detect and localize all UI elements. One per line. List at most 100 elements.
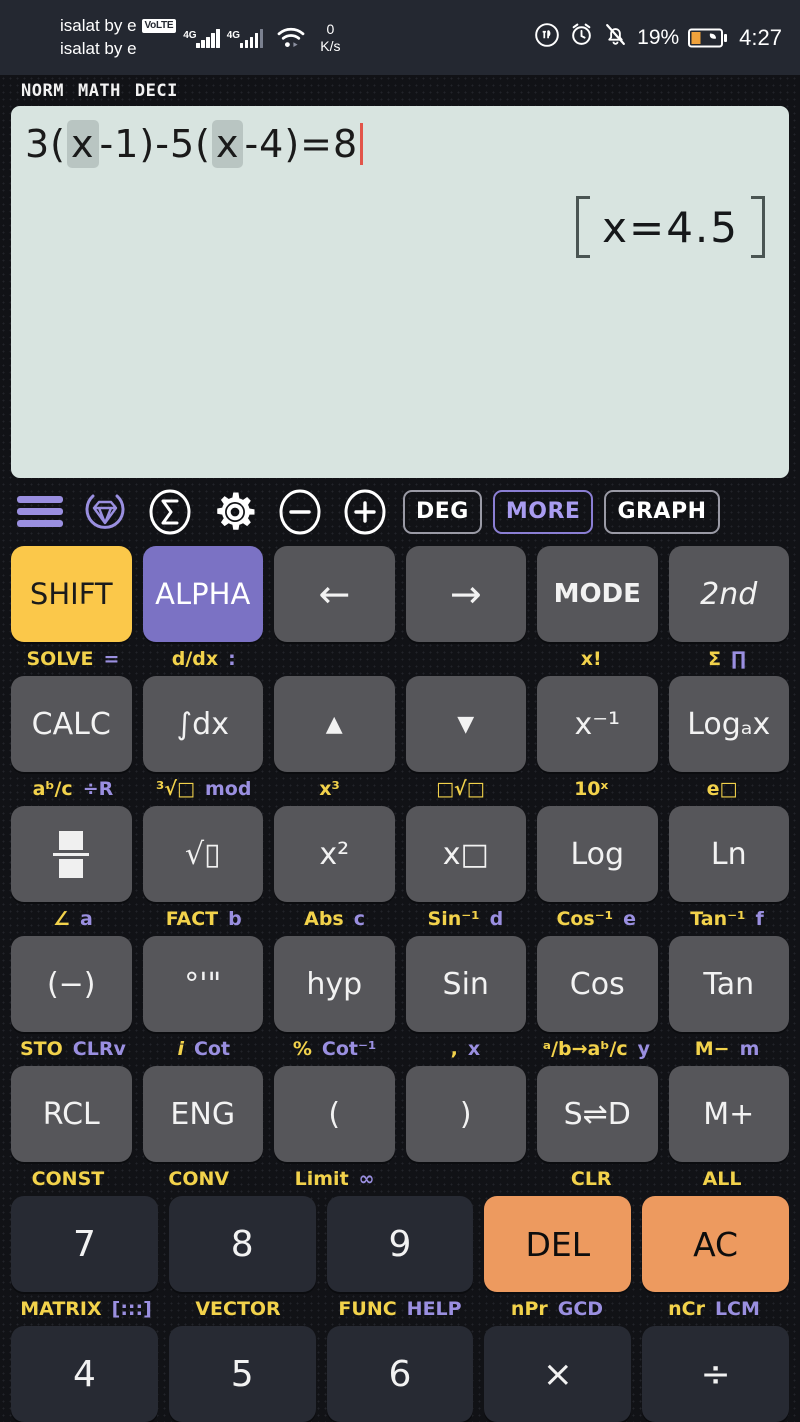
sin-key[interactable]: Sin xyxy=(405,936,526,1032)
ln-key[interactable]: Ln xyxy=(668,806,789,902)
label-cell: Sin⁻¹ d xyxy=(405,908,525,930)
mode-indicator-bar: NORM MATH DECI xyxy=(11,75,789,106)
shift-function-label: CONV xyxy=(168,1168,230,1190)
calculator-display[interactable]: 3(x -1)-5(x -4)=8 x=4.5 xyxy=(11,106,789,478)
right-arrow-key[interactable]: → xyxy=(405,546,526,642)
shift-function-label: i xyxy=(177,1038,184,1060)
digit-5-key[interactable]: 5 xyxy=(168,1326,316,1422)
mode-deci-label: DECI xyxy=(134,80,178,101)
zoom-in-icon[interactable] xyxy=(338,485,392,539)
alarm-clock-icon xyxy=(569,22,594,53)
label-cell: d/dx: xyxy=(144,648,264,670)
square-root-key[interactable]: √▯ xyxy=(142,806,263,902)
alpha-function-label: d xyxy=(489,908,504,930)
shift-function-label: e□ xyxy=(706,778,738,800)
label-cell: e□ xyxy=(667,778,787,800)
tan-key[interactable]: Tan xyxy=(668,936,789,1032)
label-cell: CLR xyxy=(536,1168,656,1190)
delete-key[interactable]: DEL xyxy=(484,1196,632,1292)
alpha-function-label: Cot xyxy=(193,1038,231,1060)
standard-decimal-toggle-key[interactable]: S⇌D xyxy=(537,1066,658,1162)
log-key[interactable]: Log xyxy=(537,806,658,902)
shift-function-label: % xyxy=(292,1038,312,1060)
sigma-icon[interactable] xyxy=(143,485,197,539)
graph-button[interactable]: GRAPH xyxy=(604,489,720,534)
shift-function-label: x³ xyxy=(319,778,340,800)
menu-icon[interactable] xyxy=(13,485,67,539)
down-arrow-key[interactable]: ▼ xyxy=(405,676,526,772)
keypad-row-2: CALC ∫dx ▲ ▼ x⁻¹ Logₐx xyxy=(11,676,789,772)
network-speed: 0 K/s xyxy=(320,21,340,55)
zoom-out-icon[interactable] xyxy=(273,485,327,539)
digit-8-key[interactable]: 8 xyxy=(168,1196,316,1292)
keypad-row-6: 7 8 9 DEL AC xyxy=(11,1196,789,1292)
left-bracket xyxy=(576,196,591,259)
alpha-function-label: LCM xyxy=(714,1298,760,1320)
network-speed-unit: K/s xyxy=(320,37,341,54)
alpha-function-label: a xyxy=(80,908,93,930)
label-cell: x³ xyxy=(275,778,395,800)
label-cell: CONV xyxy=(144,1168,264,1190)
alpha-key[interactable]: ALPHA xyxy=(142,546,263,642)
alpha-function-label: m xyxy=(739,1038,760,1060)
close-paren-key[interactable]: ) xyxy=(405,1066,526,1162)
integral-key[interactable]: ∫dx xyxy=(142,676,263,772)
hyp-key[interactable]: hyp xyxy=(274,936,395,1032)
mode-key[interactable]: MODE xyxy=(537,546,658,642)
status-bar-left: isalat by e VoLTE isalat by e 4G 4G 0 K/… xyxy=(60,15,534,61)
log-base-a-key[interactable]: Logₐx xyxy=(668,676,789,772)
keypad: SHIFT ALPHA ← → MODE 2nd SOLVE = d/dx: x!… xyxy=(11,546,789,1422)
label-cell: ³√□ mod xyxy=(144,778,264,800)
all-clear-key[interactable]: AC xyxy=(642,1196,789,1292)
reciprocal-key[interactable]: x⁻¹ xyxy=(537,676,658,772)
cos-key[interactable]: Cos xyxy=(537,936,658,1032)
more-button[interactable]: MORE xyxy=(492,489,594,534)
expression-segment: -1)-5( xyxy=(99,122,211,167)
carrier-block: isalat by e VoLTE isalat by e xyxy=(60,15,177,61)
alpha-function-label: : xyxy=(228,648,236,670)
shift-function-label: Tan⁻¹ xyxy=(690,908,746,930)
signal-bars-2 xyxy=(239,28,264,48)
expression-segment: -4)=8 xyxy=(244,122,359,167)
open-paren-key[interactable]: ( xyxy=(274,1066,395,1162)
calc-key[interactable]: CALC xyxy=(11,676,132,772)
degrees-minutes-seconds-key[interactable]: °'" xyxy=(142,936,263,1032)
up-arrow-key[interactable]: ▲ xyxy=(274,676,395,772)
label-cell: SOLVE = xyxy=(13,648,133,670)
label-cell: Tan⁻¹ f xyxy=(667,908,787,930)
power-key[interactable]: x□ xyxy=(405,806,526,902)
digit-6-key[interactable]: 6 xyxy=(326,1326,474,1422)
recall-key[interactable]: RCL xyxy=(11,1066,132,1162)
alpha-function-label: = xyxy=(103,648,120,670)
keypad-row-4: (−) °'" hyp Sin Cos Tan xyxy=(11,936,789,1032)
text-cursor xyxy=(360,123,364,166)
multiply-key[interactable]: × xyxy=(484,1326,632,1422)
shift-function-label: d/dx xyxy=(171,648,219,670)
expression-line[interactable]: 3(x -1)-5(x -4)=8 xyxy=(25,116,775,172)
label-cell: ,x xyxy=(405,1038,525,1060)
square-key[interactable]: x² xyxy=(274,806,395,902)
calculator-app: NORM MATH DECI 3(x-1)-5(x-4)=8 x=4.5 xyxy=(0,75,800,1422)
eng-key[interactable]: ENG xyxy=(142,1066,263,1162)
angle-mode-button[interactable]: DEG xyxy=(403,489,482,534)
alpha-function-label: ∏ xyxy=(731,648,747,670)
carrier-name-secondary: isalat by e xyxy=(60,38,137,58)
label-cell: 10ˣ xyxy=(536,778,656,800)
second-function-key[interactable]: 2nd xyxy=(668,546,789,642)
keypad-row-1: SHIFT ALPHA ← → MODE 2nd xyxy=(11,546,789,642)
left-arrow-key[interactable]: ← xyxy=(274,546,395,642)
digit-9-key[interactable]: 9 xyxy=(326,1196,474,1292)
settings-gear-icon[interactable] xyxy=(208,485,262,539)
divide-key[interactable]: ÷ xyxy=(642,1326,789,1422)
result-row: x=4.5 xyxy=(576,196,765,259)
up-triangle-icon: ▲ xyxy=(325,711,343,737)
fraction-key[interactable] xyxy=(11,806,132,902)
digit-4-key[interactable]: 4 xyxy=(11,1326,158,1422)
shift-key[interactable]: SHIFT xyxy=(11,546,132,642)
negative-sign-key[interactable]: (−) xyxy=(11,936,132,1032)
memory-plus-key[interactable]: M+ xyxy=(668,1066,789,1162)
digit-7-key[interactable]: 7 xyxy=(11,1196,158,1292)
premium-gem-icon[interactable] xyxy=(78,485,132,539)
network-speed-value: 0 xyxy=(326,20,335,37)
wifi-icon xyxy=(276,26,306,50)
